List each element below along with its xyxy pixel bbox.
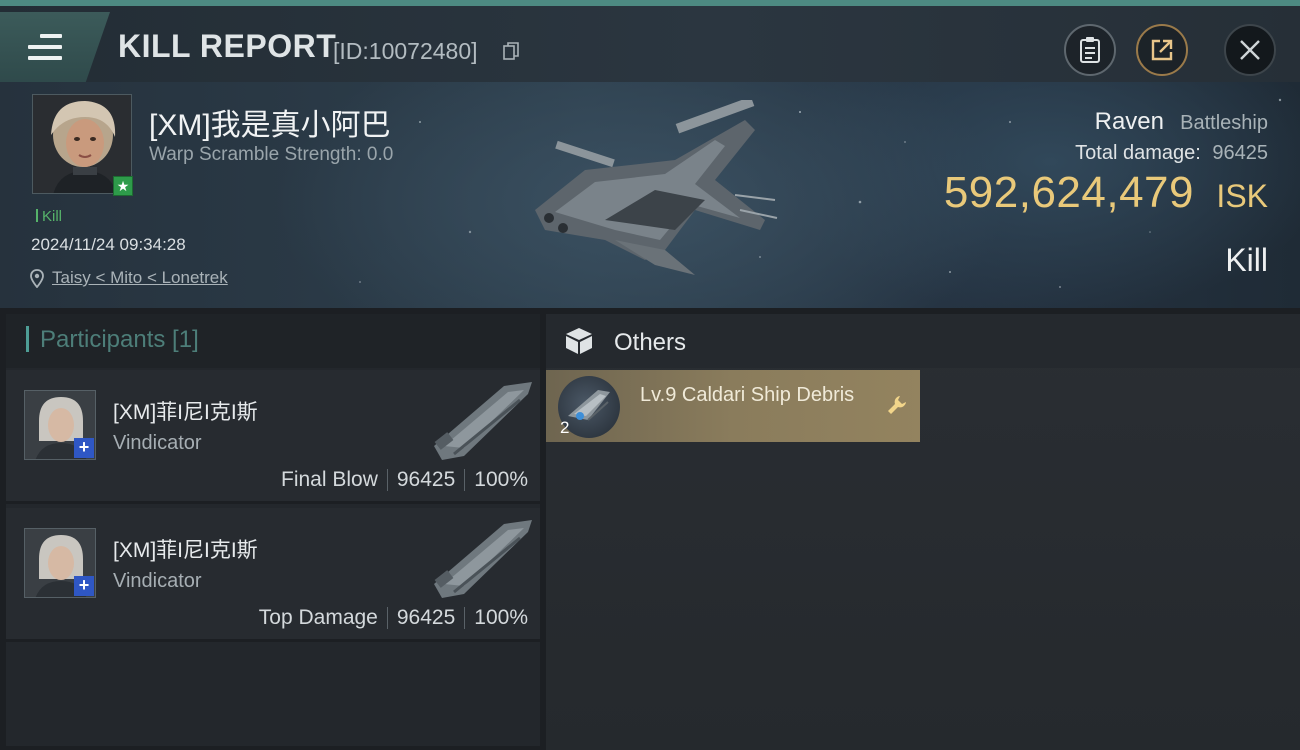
participant-damage: 96425 (396, 606, 456, 629)
clipboard-icon (1080, 37, 1100, 63)
victim-ship-image (535, 100, 778, 275)
participant-ship: Vindicator (113, 570, 202, 592)
clipboard-button[interactable] (1064, 24, 1116, 76)
divider (386, 607, 388, 629)
isk-unit: ISK (1216, 178, 1268, 214)
participant-ship: Vindicator (113, 432, 202, 454)
dropped-item-card[interactable]: 2 Lv.9 Caldari Ship Debris (546, 370, 920, 442)
top-bar: KILL REPORT [ID:10072480] (0, 0, 1300, 82)
kill-location[interactable]: Taisy < Mito < Lonetrek (30, 268, 228, 288)
result-label: Kill (1225, 242, 1268, 278)
menu-button[interactable] (0, 12, 110, 82)
share-button[interactable] (1136, 24, 1188, 76)
participant-role: Top Damage (258, 606, 378, 629)
isk-value: 592,624,479 (943, 168, 1194, 217)
item-name: Lv.9 Caldari Ship Debris (640, 384, 855, 406)
total-damage: Total damage: 96425 (1075, 142, 1268, 165)
cube-icon (566, 328, 592, 354)
report-id: [ID:10072480] (333, 38, 478, 64)
location-link[interactable]: Taisy < Mito < Lonetrek (52, 268, 228, 288)
victim-ship-name: Raven (1094, 108, 1164, 135)
star-badge-icon: ★ (113, 176, 133, 196)
participant-stats: Top Damage 96425 100% (259, 606, 528, 630)
copy-icon[interactable] (503, 42, 519, 61)
kill-tag: Kill (36, 208, 62, 225)
divider (386, 469, 388, 491)
participant-row[interactable]: + [XM]菲I尼I克I斯 Vindicator Final Blow 9642… (6, 370, 540, 504)
menu-icon (28, 34, 62, 60)
participant-ship-image (434, 382, 532, 460)
participant-stats: Final Blow 96425 100% (281, 468, 528, 492)
divider (464, 469, 466, 491)
total-damage-label: Total damage: (1075, 142, 1201, 164)
participant-damage: 96425 (396, 468, 456, 491)
participant-role: Final Blow (281, 468, 378, 491)
kill-summary-banner: ★ [XM]我是真小阿巴 Warp Scramble Strength: 0.0… (0, 82, 1300, 308)
add-contact-icon[interactable]: + (74, 438, 94, 458)
others-title: Others (614, 329, 687, 356)
header-accent (26, 326, 29, 352)
participant-row[interactable]: + [XM]菲I尼I克I斯 Vindicator Top Damage 9642… (6, 508, 540, 642)
participant-percent: 100% (474, 468, 528, 491)
add-contact-icon[interactable]: + (74, 576, 94, 596)
warp-scramble-strength: Warp Scramble Strength: 0.0 (149, 144, 394, 165)
participant-name[interactable]: [XM]菲I尼I克I斯 (113, 534, 258, 564)
others-header: Others (546, 314, 1300, 368)
divider (464, 607, 466, 629)
participant-ship-image (434, 520, 532, 598)
wrench-icon[interactable] (886, 394, 908, 416)
participant-name[interactable]: [XM]菲I尼I克I斯 (113, 396, 258, 426)
total-damage-value: 96425 (1212, 142, 1268, 164)
victim-ship-class: Battleship (1180, 112, 1268, 134)
victim-name[interactable]: [XM]我是真小阿巴 (149, 100, 391, 144)
participant-percent: 100% (474, 606, 528, 629)
close-button[interactable] (1224, 24, 1276, 76)
kill-timestamp: 2024/11/24 09:34:28 (31, 235, 186, 254)
page-title: KILL REPORT (118, 28, 337, 64)
location-pin-icon (30, 268, 44, 288)
participants-title: Participants [1] (40, 326, 199, 353)
share-icon (1151, 39, 1173, 61)
item-count: 2 (560, 418, 570, 437)
participants-panel: Participants [1] + [XM]菲I尼I克I斯 Vindicato… (6, 314, 540, 746)
close-icon (1240, 40, 1260, 60)
participants-header: Participants [1] (6, 314, 540, 368)
